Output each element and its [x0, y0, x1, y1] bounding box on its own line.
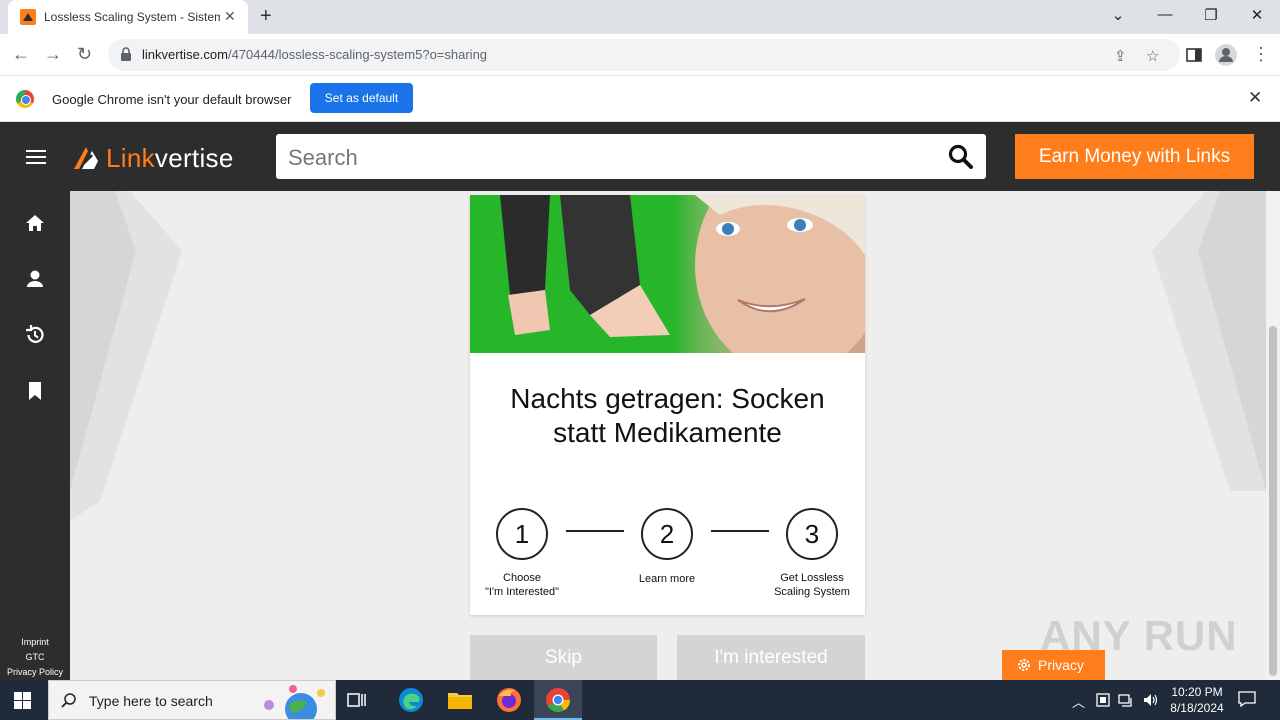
- side-panel-icon[interactable]: [1186, 47, 1202, 63]
- interested-button[interactable]: I'm interested: [677, 635, 865, 680]
- site-logo-text[interactable]: Linkvertise: [106, 143, 234, 174]
- browser-toolbar: ← → ↻ linkvertise.com/470444/lossless-sc…: [0, 34, 1280, 76]
- step-3-circle: 3: [786, 508, 838, 560]
- edge-icon[interactable]: [397, 686, 425, 714]
- reload-icon[interactable]: ↻: [77, 44, 92, 65]
- tab-search-chevron-icon[interactable]: ⌄: [1098, 6, 1138, 24]
- gtc-link[interactable]: GTC: [0, 650, 70, 665]
- scrollbar-thumb[interactable]: [1269, 326, 1277, 676]
- step-1-circle: 1: [496, 508, 548, 560]
- lock-icon: [121, 47, 131, 61]
- forward-icon[interactable]: →: [44, 44, 62, 65]
- restore-button[interactable]: ❐: [1191, 6, 1231, 24]
- history-icon[interactable]: [25, 325, 45, 345]
- step-connector: [711, 530, 769, 532]
- windows-taskbar: Type here to search ︿ 10:20 PM 8/18/2024: [0, 680, 1280, 720]
- privacy-button[interactable]: Privacy: [1002, 650, 1105, 680]
- linkvertise-favicon-icon: [20, 9, 36, 25]
- tab-close-icon[interactable]: ✕: [224, 8, 236, 25]
- bookmark-star-icon[interactable]: ☆: [1146, 47, 1159, 65]
- gear-icon: [1018, 659, 1030, 671]
- privacy-policy-link[interactable]: Privacy Policy: [0, 665, 70, 680]
- search-icon[interactable]: [948, 144, 974, 170]
- taskbar-search-placeholder: Type here to search: [89, 693, 213, 709]
- back-icon[interactable]: ←: [12, 44, 30, 65]
- share-icon[interactable]: ⇪: [1114, 47, 1127, 65]
- close-window-button[interactable]: ✕: [1237, 6, 1277, 24]
- linkvertise-logo-icon[interactable]: [70, 141, 102, 173]
- search-placeholder: Search: [288, 145, 358, 170]
- firefox-icon[interactable]: [495, 686, 523, 714]
- clock-date: 8/18/2024: [1170, 701, 1224, 715]
- address-bar[interactable]: linkvertise.com/470444/lossless-scaling-…: [108, 39, 1180, 71]
- browser-tab[interactable]: Lossless Scaling System - Sistem ✕: [8, 0, 248, 34]
- notification-icon[interactable]: [1238, 690, 1256, 708]
- step-1-label: Choose "I'm Interested": [484, 572, 560, 598]
- user-icon[interactable]: [25, 269, 45, 289]
- windows-start-icon[interactable]: [14, 692, 31, 709]
- home-icon[interactable]: [25, 213, 45, 233]
- sidebar-footer-links: Imprint GTC Privacy Policy: [0, 635, 70, 680]
- site-header: Linkvertise Search Earn Money with Links: [0, 122, 1280, 191]
- url-text: linkvertise.com/470444/lossless-scaling-…: [142, 47, 488, 62]
- earn-money-button[interactable]: Earn Money with Links: [1015, 134, 1254, 179]
- taskbar-clock[interactable]: 10:20 PM 8/18/2024: [1162, 684, 1232, 716]
- ad-headline[interactable]: Nachts getragen: Socken statt Medikament…: [470, 382, 865, 450]
- set-default-button[interactable]: Set as default: [310, 83, 413, 113]
- step-2-label: Learn more: [638, 573, 696, 585]
- task-view-icon[interactable]: [346, 689, 368, 711]
- search-icon: [61, 693, 76, 708]
- search-highlight-globe-icon: [264, 685, 325, 719]
- profile-avatar-icon[interactable]: [1214, 43, 1238, 67]
- infobar-close-icon[interactable]: ✕: [1248, 88, 1262, 108]
- site-sidebar: Imprint GTC Privacy Policy: [0, 191, 70, 680]
- file-explorer-icon[interactable]: [446, 686, 474, 714]
- chrome-taskbar-item[interactable]: [534, 680, 582, 720]
- site-search-input[interactable]: Search: [276, 134, 986, 179]
- ad-photo-illustration: [470, 195, 865, 353]
- bookmark-icon[interactable]: [25, 381, 45, 401]
- security-tray-icon[interactable]: [1096, 692, 1110, 708]
- hamburger-menu-icon[interactable]: [26, 150, 46, 164]
- infobar-message: Google Chrome isn't your default browser: [52, 92, 292, 107]
- tray-chevron-up-icon[interactable]: ︿: [1072, 692, 1085, 711]
- imprint-link[interactable]: Imprint: [0, 635, 70, 650]
- step-connector: [566, 530, 624, 532]
- ad-image[interactable]: [470, 195, 865, 353]
- new-tab-button[interactable]: +: [260, 5, 272, 28]
- skip-button[interactable]: Skip: [470, 635, 657, 680]
- chrome-icon: [546, 688, 570, 713]
- chrome-logo-icon: [16, 90, 34, 108]
- step-3-label: Get Lossless Scaling System: [774, 572, 850, 598]
- step-2-circle: 2: [641, 508, 693, 560]
- default-browser-infobar: Google Chrome isn't your default browser…: [0, 77, 1280, 122]
- network-icon[interactable]: [1118, 692, 1134, 708]
- ad-card: Nachts getragen: Socken statt Medikament…: [470, 195, 865, 615]
- taskbar-search-box[interactable]: Type here to search: [48, 680, 336, 720]
- volume-icon[interactable]: [1142, 692, 1158, 708]
- tab-title: Lossless Scaling System - Sistem: [44, 10, 220, 24]
- menu-kebab-icon[interactable]: ⋮: [1252, 44, 1270, 65]
- minimize-button[interactable]: —: [1145, 6, 1185, 23]
- page-scrollbar[interactable]: [1266, 191, 1280, 680]
- tab-strip: Lossless Scaling System - Sistem ✕ + ⌄ —…: [0, 0, 1280, 34]
- clock-time: 10:20 PM: [1171, 685, 1223, 699]
